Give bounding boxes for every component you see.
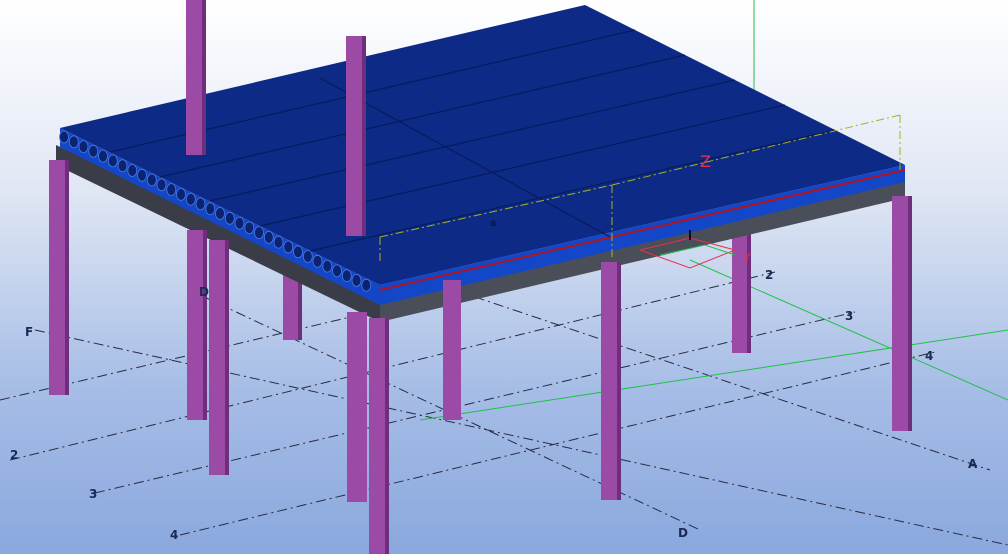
hollow-core <box>361 278 372 292</box>
hollow-core <box>68 135 79 149</box>
axis-y-label: Y <box>742 251 751 265</box>
column-A2[interactable] <box>443 280 461 420</box>
hollow-core <box>78 140 89 154</box>
column-D4a[interactable] <box>347 312 367 502</box>
grid-label-2-right: 2 <box>765 268 773 282</box>
grid-label-4-left: 4 <box>170 528 178 542</box>
hollow-core <box>263 230 274 244</box>
grid-lines <box>0 264 1008 546</box>
hollow-core <box>273 235 284 249</box>
hollow-core <box>205 202 216 216</box>
hollow-core <box>127 164 138 177</box>
hollow-core <box>234 216 245 230</box>
grid-labels: F D D A 2 3 4 2 3 4 <box>10 268 978 542</box>
hollow-core <box>244 221 255 235</box>
hollow-core <box>185 192 196 206</box>
hollow-core <box>107 154 118 168</box>
gridline-F <box>34 329 1008 546</box>
slab-mark: a <box>490 218 496 229</box>
hollow-core <box>195 197 206 211</box>
hollow-core <box>98 149 108 163</box>
axis-z-label: Z <box>700 152 711 171</box>
hollow-core <box>59 130 69 144</box>
grid-label-D-top: D <box>199 285 209 299</box>
hollow-core <box>166 183 177 197</box>
gridline-4 <box>179 351 936 536</box>
hollow-core <box>224 211 235 225</box>
grid-label-F: F <box>25 325 33 339</box>
hollow-core <box>302 250 313 263</box>
hollow-core <box>312 254 323 268</box>
hollow-core <box>88 144 99 158</box>
hollow-core <box>351 273 362 287</box>
grid-label-2-left: 2 <box>10 448 18 462</box>
hollow-core <box>117 159 128 173</box>
grid-label-3-left: 3 <box>89 487 97 501</box>
3d-structure-scene[interactable]: Z Y a F D D A 2 3 4 2 3 4 <box>0 0 1008 554</box>
grid-label-3-right: 3 <box>845 309 853 323</box>
grid-label-4-right: 4 <box>925 349 933 363</box>
hollow-core <box>156 178 167 192</box>
grid-label-A: A <box>968 457 978 471</box>
grid-label-D-bottom: D <box>678 526 688 540</box>
hollow-core <box>332 264 342 278</box>
hollow-core <box>293 245 303 259</box>
hollow-core <box>215 207 225 220</box>
hollow-core <box>341 269 352 283</box>
hollow-core <box>137 168 147 182</box>
hollow-core <box>146 173 157 187</box>
model-viewport[interactable]: Z Y a F D D A 2 3 4 2 3 4 <box>0 0 1008 554</box>
hollow-core <box>322 259 333 273</box>
hollow-core <box>176 187 186 201</box>
hollow-core <box>283 240 294 254</box>
hollow-core <box>254 226 264 240</box>
